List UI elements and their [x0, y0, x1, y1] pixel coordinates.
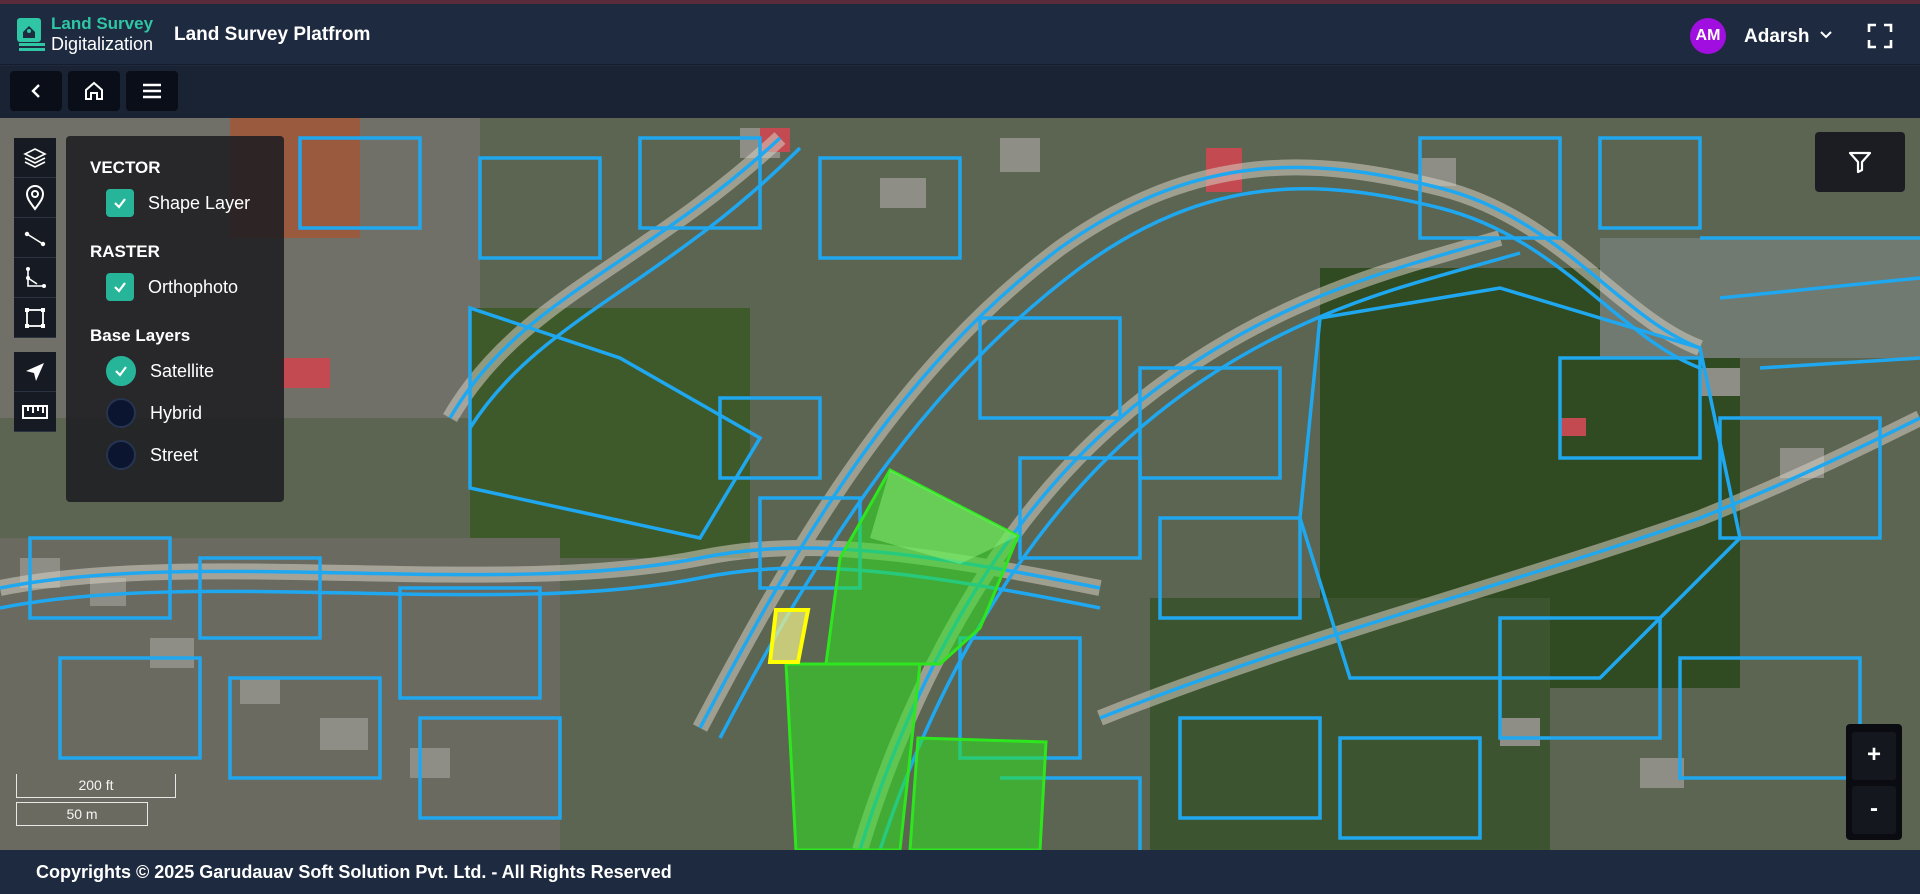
home-icon: [85, 81, 103, 100]
filter-button[interactable]: [1815, 132, 1905, 192]
hybrid-label: Hybrid: [150, 402, 203, 423]
zoom-control: + -: [1846, 724, 1902, 840]
copyright-text: Copyrights © 2025 Garudauav Soft Solutio…: [36, 862, 672, 882]
scale-bar-ft: 200 ft: [16, 774, 176, 798]
base-layer-hybrid[interactable]: Hybrid: [106, 398, 202, 428]
base-layers-heading: Base Layers: [90, 326, 191, 345]
location-pin-icon: [25, 184, 45, 211]
layer-panel: VECTOR Shape Layer RASTER Orthophoto Bas…: [66, 136, 284, 502]
zoom-in-button[interactable]: +: [1852, 732, 1896, 780]
check-icon: [114, 198, 126, 209]
navigate-icon: [26, 362, 44, 381]
brand-name: Land Survey Digitalization: [51, 14, 153, 54]
toolbar: [0, 66, 1920, 118]
brand-line-2: Digitalization: [51, 34, 154, 54]
menu-icon: [143, 83, 161, 99]
shape-layer-label: Shape Layer: [148, 192, 251, 213]
layers-tool[interactable]: [14, 138, 56, 178]
polygon-icon: [25, 307, 45, 328]
page-title: Land Survey Platfrom: [174, 24, 371, 45]
line-icon: [24, 231, 46, 246]
footer: Copyrights © 2025 Garudauav Soft Solutio…: [0, 850, 1920, 894]
orthophoto-label: Orthophoto: [148, 276, 239, 297]
land-survey-logo-icon: [17, 18, 45, 51]
avatar[interactable]: AM: [1690, 18, 1726, 54]
raster-heading: RASTER: [90, 242, 160, 261]
vector-heading: VECTOR: [90, 158, 161, 177]
shape-layer-toggle[interactable]: Shape Layer: [106, 188, 250, 218]
check-icon: [114, 282, 126, 293]
marker-tool[interactable]: [14, 178, 56, 218]
radio-button[interactable]: [106, 398, 136, 428]
base-layer-street[interactable]: Street: [106, 440, 198, 470]
line-tool[interactable]: [14, 218, 56, 258]
radio-button[interactable]: [106, 440, 136, 470]
satellite-label: Satellite: [150, 360, 215, 381]
filter-icon: [1848, 151, 1872, 174]
street-label: Street: [150, 444, 199, 465]
ruler-icon: [22, 404, 48, 419]
home-button[interactable]: [68, 71, 120, 111]
fullscreen-icon[interactable]: [1866, 22, 1894, 50]
navigate-tool[interactable]: [14, 352, 56, 392]
layers-icon: [23, 147, 47, 168]
checkbox[interactable]: [106, 189, 134, 217]
base-layer-satellite[interactable]: Satellite: [106, 356, 214, 386]
chevron-down-icon[interactable]: [1818, 26, 1834, 42]
menu-button[interactable]: [126, 71, 178, 111]
measure-tool[interactable]: [14, 392, 56, 432]
check-icon: [115, 366, 127, 377]
orthophoto-toggle[interactable]: Orthophoto: [106, 272, 238, 302]
map-view[interactable]: VECTOR Shape Layer RASTER Orthophoto Bas…: [0, 118, 1920, 850]
polygon-tool[interactable]: [14, 298, 56, 338]
polyline-tool[interactable]: [14, 258, 56, 298]
back-icon: [31, 84, 40, 98]
user-menu-name[interactable]: Adarsh: [1744, 26, 1809, 48]
app-header: Land Survey Digitalization Land Survey P…: [0, 4, 1920, 65]
back-button[interactable]: [10, 71, 62, 111]
selected-parcel[interactable]: [784, 662, 922, 850]
checkbox[interactable]: [106, 273, 134, 301]
zoom-out-button[interactable]: -: [1852, 786, 1896, 834]
polyline-icon: [26, 266, 46, 288]
satellite-orthophoto[interactable]: [0, 118, 1920, 850]
draw-tools: [14, 138, 56, 432]
scale-bar-m: 50 m: [16, 802, 148, 826]
radio-button[interactable]: [106, 356, 136, 386]
brand-line-1: Land Survey: [51, 14, 154, 33]
selected-parcel[interactable]: [908, 736, 1048, 850]
